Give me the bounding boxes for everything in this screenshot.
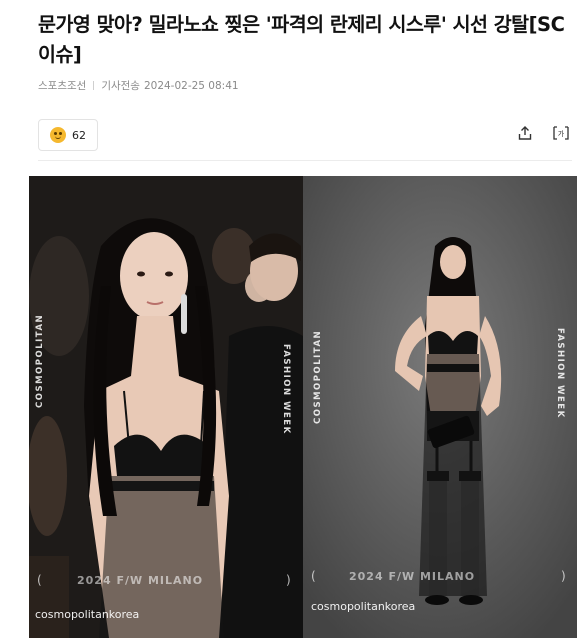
photo-panel-left: COSMOPOLITAN FASHION WEEK ( ) 2024 F/W M… bbox=[29, 176, 303, 638]
text-size-icon: 가 bbox=[553, 126, 569, 140]
left-caption: 2024 F/W MILANO bbox=[77, 574, 204, 587]
svg-text:가: 가 bbox=[558, 129, 565, 138]
article-meta: 스포츠조선 기사전송 2024-02-25 08:41 bbox=[38, 78, 239, 93]
right-handle: cosmopolitankorea bbox=[311, 600, 416, 613]
section-divider bbox=[38, 160, 572, 161]
text-size-button[interactable]: 가 bbox=[550, 122, 572, 144]
photo-panel-right: COSMOPOLITAN FASHION WEEK ( ) 2024 F/W M… bbox=[303, 176, 577, 638]
right-caption: 2024 F/W MILANO bbox=[349, 570, 476, 583]
right-photo-illustration bbox=[303, 176, 577, 638]
left-handle: cosmopolitankorea bbox=[35, 608, 140, 621]
share-button[interactable] bbox=[514, 122, 536, 144]
article-photo[interactable]: COSMOPOLITAN FASHION WEEK ( ) 2024 F/W M… bbox=[29, 176, 577, 638]
left-brand-vertical: COSMOPOLITAN bbox=[35, 313, 45, 408]
article-headline: 문가영 맞아? 밀라노쇼 찢은 '파격의 란제리 시스루' 시선 강탈[SC이슈… bbox=[38, 13, 565, 66]
left-prev-chevron-icon: ( bbox=[37, 573, 42, 587]
reaction-count: 62 bbox=[72, 128, 86, 142]
left-next-chevron-icon: ) bbox=[286, 573, 291, 587]
right-prev-chevron-icon: ( bbox=[311, 569, 316, 583]
meta-divider bbox=[93, 81, 95, 90]
share-icon bbox=[518, 126, 532, 140]
right-brand-vertical: COSMOPOLITAN bbox=[313, 329, 323, 424]
right-next-chevron-icon: ) bbox=[561, 569, 566, 583]
publish-date: 2024-02-25 08:41 bbox=[143, 79, 239, 92]
date-label: 기사전송 bbox=[101, 80, 140, 92]
reaction-button[interactable]: 62 bbox=[38, 119, 98, 151]
news-source[interactable]: 스포츠조선 bbox=[38, 78, 86, 93]
right-event-vertical: FASHION WEEK bbox=[555, 328, 565, 419]
left-photo-illustration bbox=[29, 176, 303, 638]
smiley-emoji-icon bbox=[50, 127, 66, 143]
left-event-vertical: FASHION WEEK bbox=[281, 344, 291, 435]
